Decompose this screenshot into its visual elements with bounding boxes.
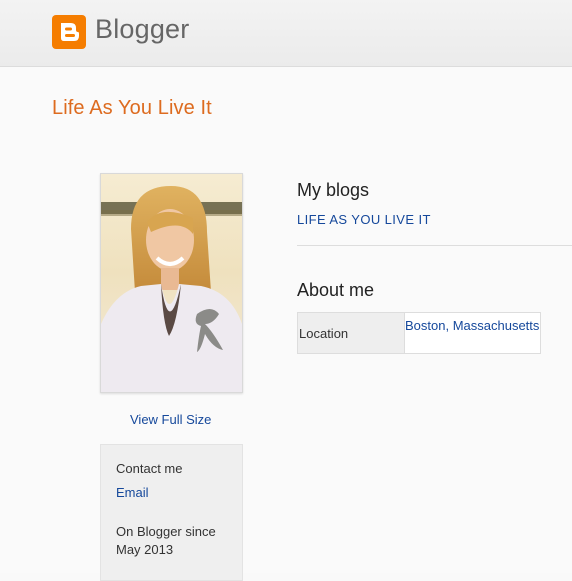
blogger-logo-icon[interactable]	[52, 15, 86, 49]
section-divider	[297, 245, 572, 246]
about-table: Location Boston, Massachusetts	[297, 312, 541, 354]
blogger-b-glyph	[61, 23, 79, 41]
profile-photo-image	[101, 174, 242, 392]
contact-card: Contact me Email On Blogger since May 20…	[100, 444, 243, 581]
profile-photo[interactable]	[100, 173, 243, 393]
email-link[interactable]: Email	[116, 485, 149, 500]
member-since: On Blogger since May 2013	[116, 524, 216, 557]
my-blogs-heading: My blogs	[297, 180, 370, 200]
brand-name[interactable]: Blogger	[95, 14, 189, 45]
contact-me-label: Contact me	[116, 461, 183, 476]
location-key: Location	[298, 313, 405, 353]
blog-link[interactable]: LIFE AS YOU LIVE IT	[297, 212, 431, 227]
page-title[interactable]: Life As You Live It	[52, 97, 212, 120]
top-bar: Blogger	[0, 0, 572, 67]
location-value-link[interactable]: Boston, Massachusetts	[405, 318, 539, 333]
about-me-heading: About me	[297, 280, 375, 300]
location-label: Location	[299, 326, 349, 341]
view-full-size-link[interactable]: View Full Size	[130, 412, 211, 427]
